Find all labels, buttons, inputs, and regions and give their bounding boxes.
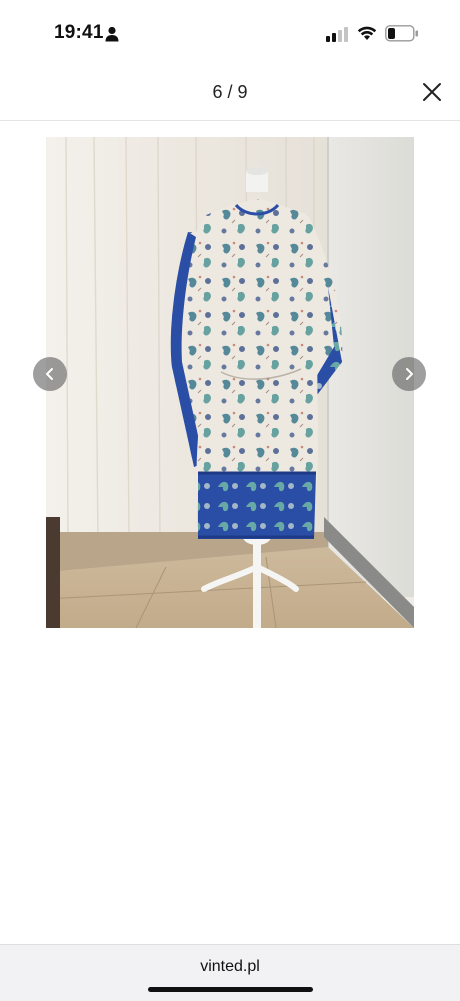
status-bar: 19:41: [0, 0, 460, 64]
product-photo[interactable]: [46, 137, 414, 628]
status-time: 19:41: [54, 22, 104, 43]
person-icon: [105, 26, 119, 42]
next-image-button[interactable]: [392, 357, 426, 391]
browser-address-bar[interactable]: vinted.pl: [0, 944, 460, 1001]
cellular-signal-icon: [326, 26, 350, 42]
chevron-left-icon: [46, 368, 53, 380]
close-icon: [423, 83, 441, 101]
battery-icon: [385, 25, 419, 42]
image-viewer[interactable]: [0, 121, 460, 944]
home-indicator[interactable]: [148, 987, 313, 992]
close-button[interactable]: [416, 76, 448, 108]
previous-image-button[interactable]: [33, 357, 67, 391]
url-text[interactable]: vinted.pl: [0, 958, 460, 976]
page-counter: 6 / 9: [212, 82, 248, 102]
chevron-right-icon: [406, 368, 413, 380]
wifi-icon: [357, 25, 377, 41]
viewer-header: 6 / 9: [0, 64, 460, 121]
